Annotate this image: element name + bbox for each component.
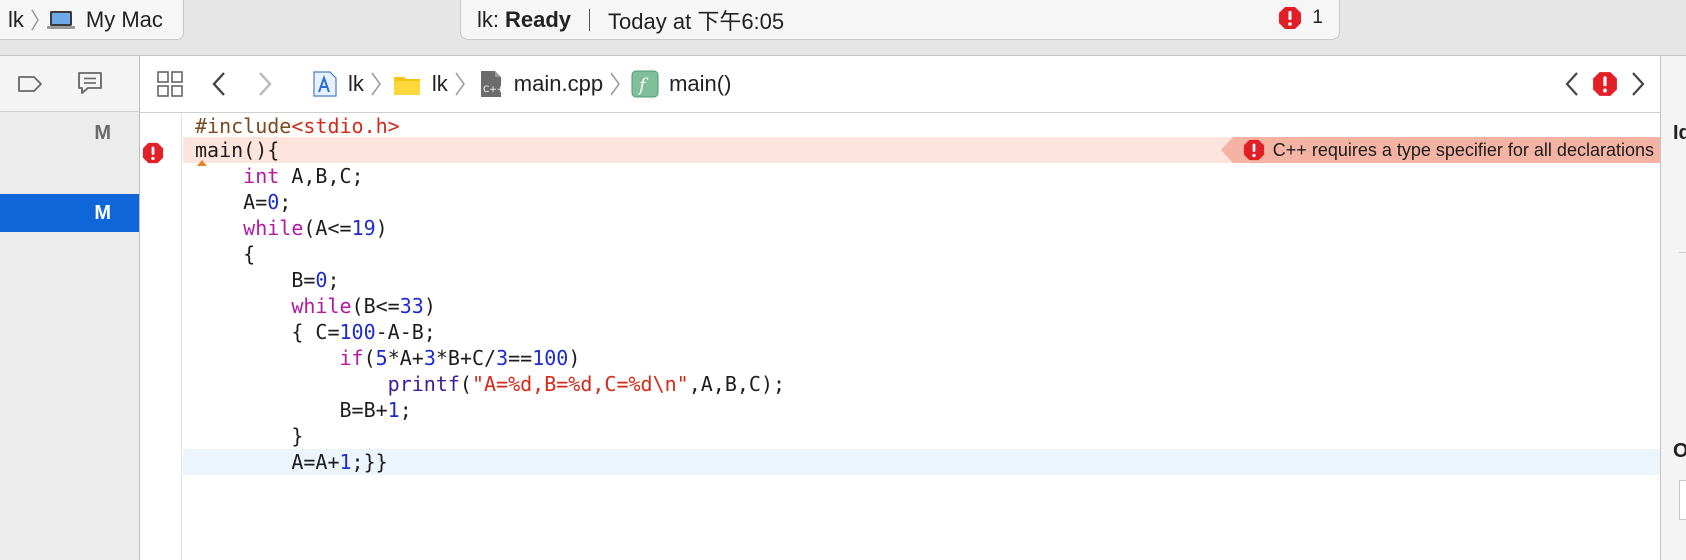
chevron-right-icon [455,72,465,96]
activity-status: Ready [505,6,572,32]
breadcrumb: lk lk C++ main.cpp f main() [310,70,731,98]
navigator-row-selected[interactable]: M [0,194,139,232]
previous-issue-icon[interactable] [1564,70,1580,98]
error-message-text: C++ requires a type specifier for all de… [1272,140,1654,160]
comment-icon[interactable] [76,70,104,96]
navigator-filter-bar [0,56,139,112]
breadcrumb-group[interactable]: lk [392,70,476,98]
code-text: printf("A=%d,B=%d,C=%d\n",A,B,C); [387,372,786,396]
next-issue-icon[interactable] [1630,70,1646,98]
code-text: A=0; [195,190,292,214]
code-line[interactable]: { C=100-A-B; [183,319,1660,345]
chevron-right-icon [371,72,381,96]
code-text: #include<stdio.h> [195,113,400,139]
error-badge-icon [1279,7,1302,29]
breadcrumb-label: lk [348,71,364,96]
code-line[interactable]: int A,B,C; [183,163,1660,189]
related-items-grid-icon[interactable] [156,70,184,98]
code-text: A=A+1;}} [195,450,388,474]
code-text: B=0; [195,268,340,292]
code-line[interactable]: B=B+1; [183,397,1660,423]
breadcrumb-symbol[interactable]: f main() [631,70,731,98]
inspector-field[interactable] [1679,480,1686,520]
code-line-error[interactable]: main(){ C++ requires a type specifier fo… [183,137,1660,163]
source-control-modified-badge: M [94,122,111,144]
activity-viewer: lk: Ready Today at 下午6:05 1 [460,0,1340,40]
breadcrumb-label: main.cpp [513,71,604,96]
inspector-panel: Id O [1660,56,1686,560]
code-line[interactable]: if(5*A+3*B+C/3==100) [183,345,1660,371]
issue-navigation [1564,70,1646,98]
code-line[interactable]: A=0; [183,189,1660,215]
inspector-section-header: Id [1673,122,1686,144]
code-line[interactable]: while(B<=33) [183,293,1660,319]
code-line[interactable]: { [183,241,1660,267]
error-location-caret [197,160,207,166]
code-text: int A,B,C; [243,164,364,188]
code-line[interactable]: #include<stdio.h> [183,113,1660,139]
tag-icon[interactable] [16,72,44,96]
chevron-right-icon [610,72,620,96]
code-text: } [195,424,304,448]
activity-project: lk: [477,6,499,32]
activity-divider [589,8,591,31]
svg-text:C++: C++ [483,85,504,95]
source-control-modified-badge: M [94,202,111,224]
xcode-project-icon [313,71,337,97]
gutter-error-icon[interactable] [142,142,164,164]
scheme-destination: My Mac [85,6,163,32]
scheme-selector[interactable]: lk My Mac [0,0,184,40]
source-editor[interactable]: #include<stdio.h> main(){ C++ requires a… [183,113,1660,560]
code-line[interactable]: B=0; [183,267,1660,293]
forward-chevron-icon[interactable] [256,70,274,98]
cpp-file-icon: C++ [480,71,504,97]
breadcrumb-label: lk [431,71,448,96]
code-line[interactable]: } [183,423,1660,449]
code-line[interactable]: printf("A=%d,B=%d,C=%d\n",A,B,C); [183,371,1660,397]
inline-error-message[interactable]: C++ requires a type specifier for all de… [1220,137,1660,163]
code-text: if(5*A+3*B+C/3==100) [339,346,581,370]
window-toolbar: lk My Mac lk: Ready Today at 下午6:05 1 [0,0,1686,56]
activity-time: Today at 下午6:05 [608,8,785,34]
chevron-right-icon [31,9,39,30]
code-line-current[interactable]: A=A+1;}} [183,449,1660,475]
code-text: main(){ [195,138,280,162]
code-text: { C=100-A-B; [195,320,436,344]
breadcrumb-file[interactable]: C++ main.cpp [476,70,631,98]
breadcrumb-project[interactable]: lk [310,70,392,98]
inspector-section-header: O [1673,440,1686,463]
back-chevron-icon[interactable] [210,70,228,98]
navigator-row[interactable]: M [0,114,139,152]
error-badge-icon[interactable] [1592,71,1618,97]
navigator-list: M M [0,112,139,560]
error-count-indicator[interactable]: 1 [1278,6,1323,30]
inspector-divider [1679,252,1686,253]
code-text: B=B+1; [195,398,412,422]
error-badge-icon [1243,139,1264,161]
jump-bar: lk lk C++ main.cpp f main() [140,56,1660,113]
function-icon: f [631,70,659,98]
code-line[interactable]: while(A<=19) [183,215,1660,241]
laptop-icon [46,10,75,29]
code-text: while(A<=19) [243,216,388,240]
scheme-project-name: lk [8,6,24,32]
folder-icon [393,77,420,95]
line-gutter[interactable] [140,113,182,560]
preprocessor-token: #include<stdio.h> [195,114,400,138]
breadcrumb-label: main() [669,71,732,96]
code-text: while(B<=33) [291,294,436,318]
error-count: 1 [1312,7,1323,28]
code-text: { [195,242,256,266]
